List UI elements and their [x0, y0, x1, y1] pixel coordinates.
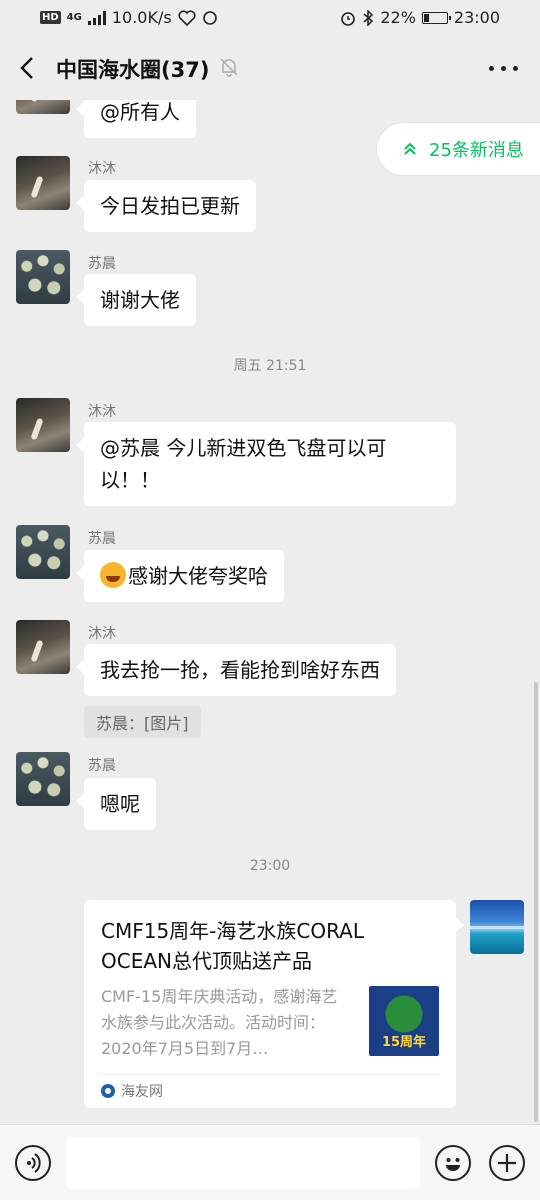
back-arrow-icon[interactable] — [14, 52, 42, 84]
quoted-reply[interactable]: 苏晨：[图片] — [84, 706, 201, 738]
message-list[interactable]: @所有人 25条新消息 沐沐 今日发拍已更新 苏晨 谢谢大佬 周五 21:51 … — [0, 100, 540, 1124]
avatar-suchen[interactable] — [16, 752, 70, 806]
avatar-mumu[interactable] — [16, 100, 70, 114]
emoji-button[interactable] — [435, 1145, 471, 1181]
sender-name: 沐沐 — [88, 161, 116, 177]
message-bubble[interactable]: @所有人 — [76, 100, 196, 138]
plus-icon — [498, 1154, 516, 1172]
sender-name: 沐沐 — [88, 626, 116, 642]
sync-icon — [202, 10, 217, 25]
divider — [101, 1074, 439, 1075]
source-name: 海友网 — [121, 1084, 163, 1100]
message-bubble[interactable]: 今日发拍已更新 — [76, 180, 256, 232]
chat-header: 中国海水圈(37) — [0, 36, 540, 100]
message-input[interactable] — [66, 1137, 420, 1189]
link-card-description: CMF-15周年庆典活动，感谢海艺水族参与此次活动。活动时间：2020年7月5日… — [101, 987, 338, 1058]
network-speed: 10.0K/s — [111, 8, 172, 27]
muted-bell-icon — [220, 58, 238, 77]
status-time: 23:00 — [453, 8, 500, 27]
avatar-mumu[interactable] — [16, 156, 70, 210]
more-functions-button[interactable] — [489, 1145, 525, 1181]
scrollbar[interactable] — [534, 682, 538, 1122]
avatar-mumu[interactable] — [16, 620, 70, 674]
link-card-thumbnail: 15周年 — [369, 986, 439, 1056]
message-bubble[interactable]: @苏晨 今儿新进双色飞盘可以可以！！ — [76, 422, 456, 506]
link-card-source: 海友网 — [101, 1081, 163, 1101]
voice-input-button[interactable] — [15, 1145, 51, 1181]
hd-badge: HD — [40, 11, 61, 24]
sender-name: 苏晨 — [88, 758, 116, 774]
status-right: 22% 23:00 — [340, 8, 500, 27]
avatar-suchen[interactable] — [16, 525, 70, 579]
sender-name: 沐沐 — [88, 404, 116, 420]
input-bar — [0, 1124, 540, 1200]
signal-icon — [87, 10, 106, 25]
timestamp: 周五 21:51 — [233, 358, 307, 374]
more-options-icon[interactable] — [489, 66, 518, 71]
avatar-mumu[interactable] — [16, 398, 70, 452]
status-left: HD 4G 10.0K/s — [40, 8, 218, 27]
battery-percent: 22% — [380, 8, 416, 27]
new-messages-label: 25条新消息 — [429, 140, 524, 161]
message-bubble[interactable]: 感谢大佬夸奖哈 — [76, 550, 284, 602]
message-bubble[interactable]: 我去抢一抢，看能抢到啥好东西 — [76, 644, 396, 696]
link-card-title: CMF15周年-海艺水族CORAL OCEAN总代顶贴送产品 — [101, 919, 365, 973]
source-logo-icon — [101, 1084, 115, 1098]
voice-wave-icon — [27, 1153, 41, 1173]
avatar-suchen[interactable] — [16, 250, 70, 304]
message-bubble[interactable]: 谢谢大佬 — [76, 274, 196, 326]
sender-name: 苏晨 — [88, 256, 116, 272]
battery-icon — [421, 11, 451, 24]
avatar-self[interactable] — [470, 900, 524, 954]
thumbnail-text: 15周年 — [381, 1035, 427, 1050]
smiley-icon — [446, 1158, 460, 1171]
message-bubble[interactable]: 嗯呢 — [76, 778, 156, 830]
double-chevron-up-icon — [404, 142, 416, 155]
message-text: 感谢大佬夸奖哈 — [128, 564, 268, 588]
link-card[interactable]: CMF15周年-海艺水族CORAL OCEAN总代顶贴送产品 CMF-15周年庆… — [84, 900, 464, 1108]
status-bar: HD 4G 10.0K/s 22% 23:00 — [0, 0, 540, 36]
new-messages-pill[interactable]: 25条新消息 — [376, 122, 540, 176]
heart-rate-icon — [178, 9, 196, 26]
chat-title: 中国海水圈(37) — [56, 58, 210, 82]
sender-name: 苏晨 — [88, 531, 116, 547]
laughing-tears-emoji-icon — [100, 562, 126, 588]
timestamp: 23:00 — [249, 858, 291, 874]
bluetooth-icon — [363, 9, 374, 26]
network-type: 4G — [66, 12, 82, 23]
alarm-icon — [341, 11, 356, 26]
